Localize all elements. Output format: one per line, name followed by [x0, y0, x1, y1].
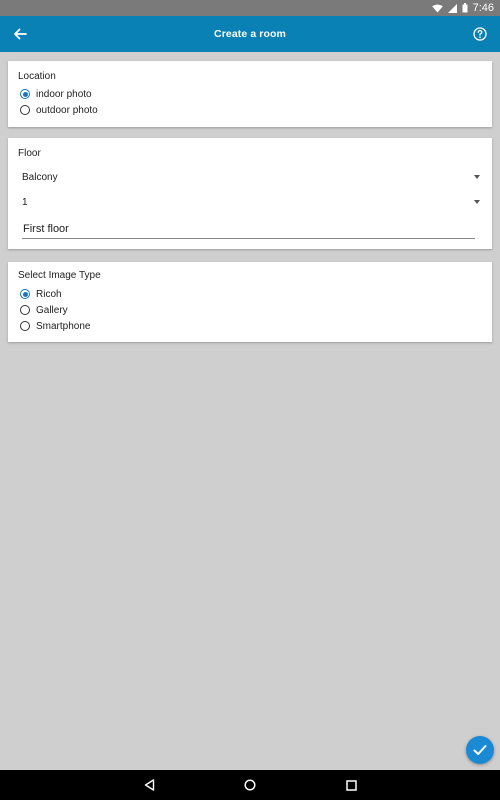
radio-label: Gallery: [36, 304, 68, 316]
radio-indoor-photo[interactable]: indoor photo: [20, 86, 92, 102]
radio-outdoor-photo[interactable]: outdoor photo: [20, 102, 98, 118]
floor-number-dropdown[interactable]: 1: [22, 193, 482, 211]
radio-label: outdoor photo: [36, 104, 98, 116]
wifi-icon: [431, 3, 443, 13]
recents-square-icon: [345, 779, 357, 791]
back-triangle-icon: [144, 779, 154, 791]
radio-button[interactable]: [20, 321, 30, 331]
nav-recents-button[interactable]: [340, 775, 362, 795]
radio-button[interactable]: [20, 305, 30, 315]
nav-home-button[interactable]: [239, 775, 261, 795]
status-bar: 7:46: [0, 0, 500, 16]
radio-ricoh[interactable]: Ricoh: [20, 286, 62, 302]
nav-back-button[interactable]: [138, 775, 160, 795]
image-type-label: Select Image Type: [18, 270, 101, 281]
radio-button-checked[interactable]: [20, 89, 30, 99]
radio-label: indoor photo: [36, 88, 92, 100]
system-nav-bar: [0, 770, 500, 800]
confirm-fab-button[interactable]: [466, 736, 494, 764]
page-title: Create a room: [214, 28, 286, 40]
check-icon: [473, 745, 487, 755]
input-value: First floor: [23, 223, 69, 235]
image-type-card: Select Image Type Ricoh Gallery Smartpho…: [8, 262, 492, 342]
radio-button[interactable]: [20, 105, 30, 115]
battery-icon: [462, 3, 468, 13]
floor-label: Floor: [18, 148, 41, 159]
floor-type-dropdown[interactable]: Balcony: [22, 168, 482, 186]
help-button[interactable]: [466, 20, 494, 48]
floor-card: Floor Balcony 1 First floor: [8, 138, 492, 249]
status-icons: 7:46: [431, 0, 494, 16]
app-bar: Create a room: [0, 16, 500, 52]
radio-smartphone[interactable]: Smartphone: [20, 318, 90, 334]
dropdown-value: Balcony: [22, 171, 58, 183]
home-circle-icon: [244, 779, 256, 791]
location-label: Location: [18, 71, 56, 82]
status-time: 7:46: [472, 2, 494, 14]
location-card: Location indoor photo outdoor photo: [8, 61, 492, 127]
signal-icon: [447, 3, 457, 13]
radio-label: Smartphone: [36, 320, 91, 332]
radio-label: Ricoh: [36, 288, 62, 300]
radio-gallery[interactable]: Gallery: [20, 302, 68, 318]
floor-name-input[interactable]: First floor: [22, 220, 475, 239]
radio-button-checked[interactable]: [20, 289, 30, 299]
chevron-down-icon: [474, 175, 480, 179]
chevron-down-icon: [474, 200, 480, 204]
help-circle-icon: [473, 27, 487, 41]
dropdown-value: 1: [22, 196, 28, 208]
